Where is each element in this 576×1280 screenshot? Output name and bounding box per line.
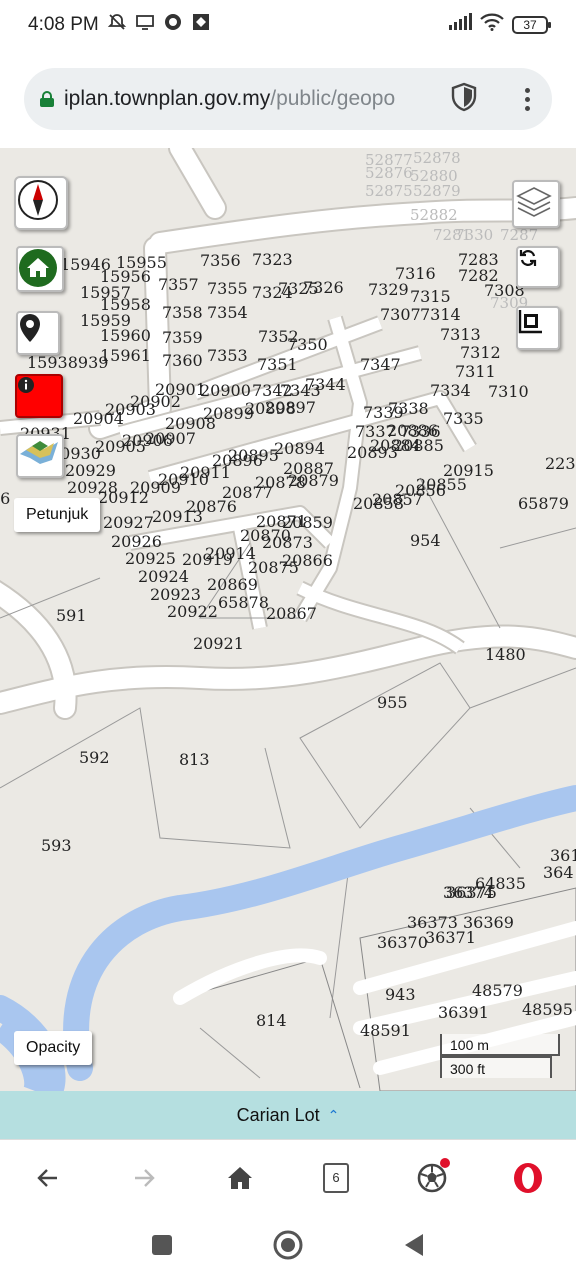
layers-button[interactable] — [512, 180, 560, 228]
url-path: /public/geopo — [270, 87, 396, 110]
home-nav-button[interactable] — [216, 1154, 264, 1202]
battery-icon: 37 — [512, 16, 551, 34]
compass-button[interactable] — [14, 176, 68, 230]
refresh-button[interactable] — [516, 246, 560, 288]
scale-metric: 100 m — [440, 1034, 560, 1056]
tabs-button[interactable]: 6 — [312, 1154, 360, 1202]
arrow-left-icon — [37, 1168, 57, 1187]
status-notification-icons — [107, 12, 211, 38]
browser-toolbar: iplan.townplan.gov.my/public/geopo — [0, 50, 576, 148]
home-button[interactable] — [16, 246, 64, 292]
monitor-icon — [135, 12, 155, 38]
circle-icon — [273, 1230, 303, 1260]
status-bar: 4:08 PM 37 — [0, 0, 576, 50]
forward-button[interactable] — [120, 1154, 168, 1202]
notification-dot — [440, 1157, 450, 1168]
app-notification-icon — [163, 12, 183, 38]
back-button[interactable] — [24, 1154, 72, 1202]
football-button[interactable] — [408, 1154, 456, 1202]
carian-lot-bar[interactable]: Carian Lot ⌃ — [0, 1091, 576, 1139]
system-nav-bar — [0, 1215, 576, 1280]
system-home-button[interactable] — [273, 1230, 303, 1265]
opera-logo-icon — [514, 1162, 542, 1193]
measure-button[interactable] — [516, 306, 560, 350]
home-icon — [19, 249, 57, 287]
triangle-back-icon — [405, 1234, 423, 1256]
signal-icon — [448, 13, 472, 37]
status-system-icons: 37 — [448, 13, 551, 37]
chevron-up-icon: ⌃ — [327, 1106, 340, 1123]
status-time: 4:08 PM — [28, 14, 99, 35]
location-pin-icon — [20, 314, 40, 342]
map-layer[interactable] — [0, 148, 576, 1091]
ruler-icon — [518, 310, 542, 334]
browser-bottom-nav: 6 — [0, 1139, 576, 1215]
compass-icon — [18, 180, 58, 220]
tab-count: 6 — [323, 1162, 349, 1193]
petunjuk-button[interactable]: Petunjuk — [14, 498, 101, 532]
home-icon — [228, 1166, 252, 1189]
scale-imperial: 300 ft — [440, 1056, 552, 1078]
info-button[interactable] — [15, 374, 63, 418]
recents-button[interactable] — [151, 1234, 173, 1261]
carian-lot-label: Carian Lot — [236, 1104, 320, 1125]
square-icon — [152, 1235, 172, 1255]
basemap-button[interactable] — [16, 434, 64, 478]
opacity-button[interactable]: Opacity — [14, 1031, 93, 1065]
address-bar[interactable]: iplan.townplan.gov.my/public/geopo — [24, 68, 552, 130]
system-back-button[interactable] — [403, 1233, 425, 1262]
app-notification-icon-2 — [191, 12, 211, 38]
shield-icon[interactable] — [450, 82, 478, 117]
refresh-icon — [519, 250, 537, 266]
url-text[interactable]: iplan.townplan.gov.my/public/geopo — [64, 87, 442, 111]
map-layers-icon — [20, 441, 58, 464]
url-host: iplan.townplan.gov.my — [64, 87, 271, 110]
arrow-right-icon — [135, 1168, 155, 1187]
bell-off-icon — [107, 12, 127, 38]
map-canvas[interactable]: 52877 52878 52876 52880 52875 52879 52882 7281 7… — [0, 148, 576, 1091]
map-scale: 100 m 300 ft — [440, 1034, 560, 1078]
app-root: 4:08 PM 37 iplan.townplan.gov.my/public/… — [0, 0, 576, 1280]
opera-menu-button[interactable] — [504, 1154, 552, 1202]
locate-button[interactable] — [16, 311, 60, 355]
lock-icon — [40, 91, 54, 107]
wifi-icon — [480, 13, 504, 37]
layers-icon — [516, 187, 552, 217]
browser-menu-button[interactable] — [519, 87, 536, 111]
info-icon — [18, 377, 34, 393]
